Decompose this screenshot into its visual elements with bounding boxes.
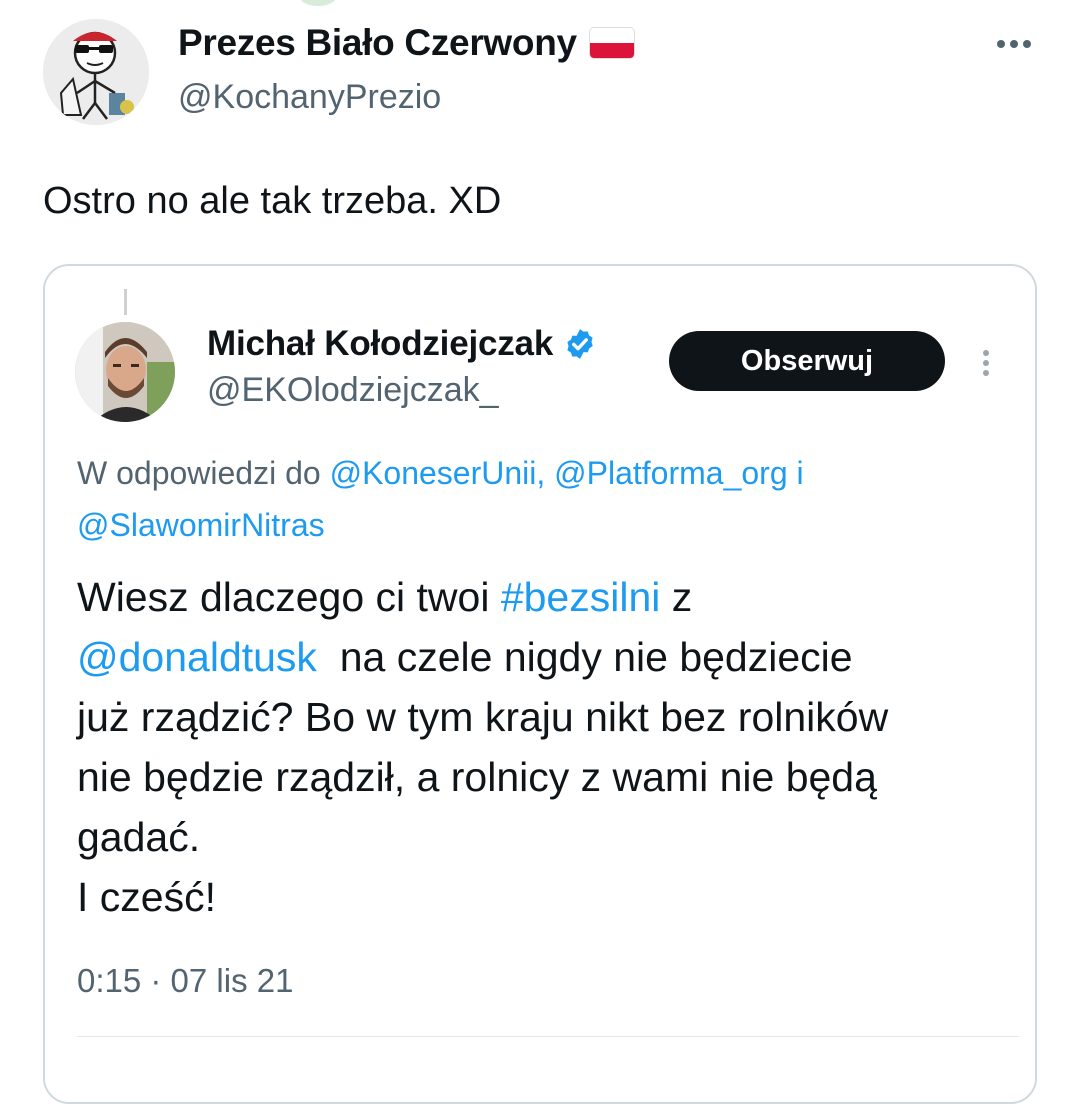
cartoon-avatar-icon — [43, 19, 149, 125]
person-photo-icon — [75, 322, 175, 422]
verified-badge-icon — [567, 329, 593, 359]
quoted-tweet-text: Wiesz dlaczego ci twoi #bezsilni z @dona… — [77, 567, 1037, 927]
reply-context: W odpowiedzi do @KoneserUnii, @Platforma… — [77, 447, 977, 551]
text-line: @donaldtusk na czele nigdy nie będziecie — [77, 627, 1037, 687]
display-name-text: Prezes Biało Czerwony — [178, 22, 577, 63]
mention-link[interactable]: @Platforma_org — [554, 455, 787, 491]
card-divider-tick — [124, 289, 127, 315]
text-line: gadać. — [77, 814, 201, 860]
text-line: już rządzić? Bo w tym kraju nikt bez rol… — [77, 694, 889, 740]
text-line: nie będzie rządził, a rolnicy z wami nie… — [77, 754, 877, 800]
top-edge-decoration — [300, 0, 336, 6]
display-name[interactable]: Prezes Biało Czerwony — [178, 22, 635, 64]
mention-link[interactable]: @donaldtusk — [77, 634, 317, 680]
reply-prefix: W odpowiedzi do — [77, 455, 330, 491]
quoted-display-name-text: Michał Kołodziejczak — [207, 324, 554, 363]
hashtag-link[interactable]: #bezsilni — [501, 574, 661, 620]
quoted-display-name[interactable]: Michał Kołodziejczak — [207, 324, 597, 364]
text-segment: Wiesz dlaczego ci twoi — [77, 574, 501, 620]
user-handle[interactable]: @KochanyPrezio — [178, 78, 441, 117]
mention-link[interactable]: @KoneserUnii, — [330, 455, 546, 491]
reply-conjunction: i — [796, 455, 804, 491]
card-divider — [77, 1036, 1019, 1037]
more-vertical-icon[interactable] — [972, 343, 1000, 383]
avatar[interactable] — [43, 19, 149, 125]
text-line: I cześć! — [77, 874, 216, 920]
quoted-avatar[interactable] — [75, 322, 175, 422]
text-segment: z — [660, 574, 693, 620]
poland-flag-icon — [588, 27, 635, 59]
mention-link[interactable]: @SlawomirNitras — [77, 507, 325, 543]
more-horizontal-icon[interactable] — [990, 28, 1038, 60]
tweet-text: Ostro no ale tak trzeba. XD — [43, 180, 502, 222]
follow-button[interactable]: Obserwuj — [669, 331, 945, 391]
quoted-user-handle[interactable]: @EKOlodziejczak_ — [207, 371, 499, 410]
text-segment: na czele nigdy nie będziecie — [316, 634, 853, 680]
text-line: Wiesz dlaczego ci twoi #bezsilni z — [77, 567, 1037, 627]
timestamp[interactable]: 0:15 · 07 lis 21 — [77, 962, 293, 1000]
